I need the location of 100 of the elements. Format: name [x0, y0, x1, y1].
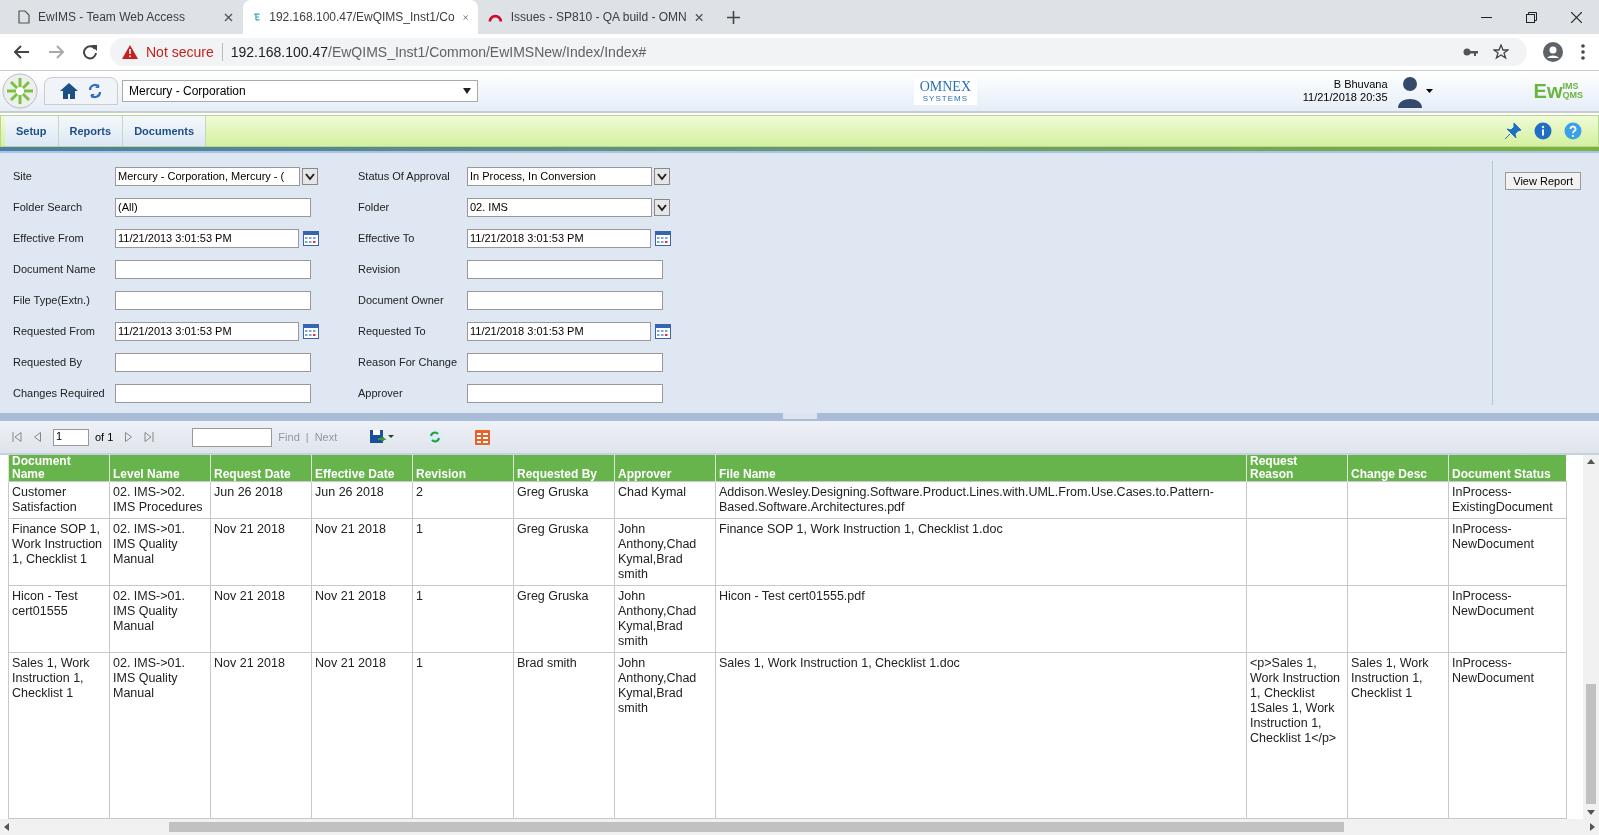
- star-icon[interactable]: [1493, 44, 1509, 60]
- column-header: Request Reason: [1246, 455, 1348, 482]
- dropdown-button[interactable]: [654, 198, 670, 216]
- minimize-icon[interactable]: [1481, 16, 1492, 18]
- field-label: Requested From: [13, 325, 96, 337]
- page-field[interactable]: 1: [53, 428, 89, 446]
- calendar-icon[interactable]: [303, 323, 319, 339]
- menu-tab[interactable]: Reports: [58, 116, 124, 146]
- table-cell: Nov 21 2018: [214, 656, 285, 670]
- column-header: Document Name: [8, 455, 110, 482]
- field-label: File Type(Extn.): [13, 294, 91, 306]
- refresh-icon[interactable]: [87, 83, 103, 99]
- scrollbar-thumb[interactable]: [1586, 684, 1596, 804]
- page-count: of 1: [95, 431, 114, 443]
- close-icon[interactable]: [1571, 11, 1582, 23]
- last-page-icon[interactable]: [144, 432, 155, 442]
- help-icon[interactable]: [1564, 122, 1582, 140]
- field-label: Folder Search: [13, 201, 84, 213]
- date-time: 11/21/2018 20:35: [1302, 91, 1388, 104]
- dropdown-field[interactable]: In Process, In Conversion: [467, 166, 652, 186]
- field-label: Changes Required: [13, 387, 106, 399]
- scroll-up-icon[interactable]: [1587, 459, 1595, 464]
- save-icon[interactable]: [369, 429, 396, 445]
- user-name: B Bhuvana: [1333, 78, 1388, 91]
- back-icon[interactable]: [14, 45, 30, 59]
- horizontal-scrollbar[interactable]: [0, 819, 1599, 835]
- column-header: File Name: [715, 455, 1247, 482]
- column-header: Approver: [614, 455, 716, 482]
- table-cell: 02. IMS->01. IMS Quality Manual: [113, 589, 185, 633]
- table-cell: Greg Gruska: [517, 485, 589, 499]
- scrollbar-thumb[interactable]: [169, 822, 1344, 832]
- close-icon[interactable]: [694, 12, 703, 22]
- input-field[interactable]: [467, 290, 663, 310]
- calendar-icon[interactable]: [303, 230, 319, 246]
- first-page-icon[interactable]: [12, 432, 22, 442]
- vertical-scrollbar[interactable]: [1583, 455, 1599, 819]
- scroll-down-icon[interactable]: [1587, 810, 1595, 815]
- table-cell: Sales 1, Work Instruction 1, Checklist 1: [12, 656, 90, 700]
- date-field[interactable]: 11/21/2018 3:01:53 PM: [467, 321, 651, 341]
- column-header: Change Desc: [1347, 455, 1449, 482]
- company-logo: OMNEX SYSTEMS: [913, 77, 978, 105]
- site-dropdown[interactable]: Mercury - Corporation: [122, 80, 478, 102]
- calendar-icon[interactable]: [655, 230, 671, 246]
- dropdown-field[interactable]: 02. IMS: [467, 197, 652, 217]
- field-label: Requested By: [13, 356, 84, 368]
- input-field[interactable]: [115, 352, 311, 372]
- input-field[interactable]: (All): [115, 197, 311, 217]
- key-icon[interactable]: [1463, 47, 1479, 57]
- date-field[interactable]: 11/21/2013 3:01:53 PM: [115, 321, 299, 341]
- date-field[interactable]: 11/21/2013 3:01:53 PM: [115, 228, 299, 248]
- avatar-icon[interactable]: [1395, 74, 1434, 108]
- find-field[interactable]: [192, 427, 273, 447]
- dropdown-button[interactable]: [302, 167, 318, 185]
- pin-icon[interactable]: [1504, 122, 1522, 140]
- report-icon[interactable]: [475, 429, 491, 445]
- menu-tab[interactable]: Documents: [123, 116, 207, 146]
- menu-icon[interactable]: [1581, 44, 1585, 60]
- dropdown-field[interactable]: Mercury - Corporation, Mercury - (: [115, 166, 300, 186]
- scroll-right-icon[interactable]: [1590, 823, 1595, 831]
- table-cell: Chad Kymal: [618, 485, 687, 499]
- field-label: Requested To: [358, 325, 427, 337]
- table-cell: Finance SOP 1, Work Instruction 1, Checklist 1: [12, 522, 103, 566]
- menu-tab[interactable]: Setup: [5, 116, 59, 146]
- input-field[interactable]: [467, 383, 663, 403]
- input-field[interactable]: [115, 383, 311, 403]
- caret-icon[interactable]: [463, 88, 471, 94]
- browser-tab[interactable]: 192.168.100.47/EwQIMS_Inst1/Co: [243, 0, 478, 34]
- restore-icon[interactable]: [1526, 11, 1537, 23]
- input-field[interactable]: [115, 259, 311, 279]
- previous-page-icon[interactable]: [34, 432, 41, 442]
- table-cell: Greg Gruska: [517, 522, 589, 536]
- new-tab-icon[interactable]: [727, 10, 740, 24]
- column-header: Request Date: [210, 455, 312, 482]
- table-cell: 1: [416, 522, 423, 536]
- info-icon[interactable]: [1534, 122, 1552, 140]
- table-cell: 02. IMS->01. IMS Quality Manual: [113, 522, 185, 566]
- input-field[interactable]: [115, 290, 311, 310]
- browser-tab[interactable]: Issues - SP810 - QA build - OMN: [478, 0, 713, 34]
- home-icon[interactable]: [59, 82, 79, 100]
- column-header: Document Status: [1448, 455, 1566, 482]
- input-field[interactable]: [467, 259, 663, 279]
- refresh-icon[interactable]: [427, 429, 444, 445]
- view-report-button[interactable]: View Report: [1505, 172, 1581, 190]
- table-cell: Sales 1, Work Instruction 1, Checklist 1: [1351, 656, 1429, 700]
- address-field[interactable]: Not secure 192.168.100.47/EwQIMS_Inst1/Common/EwIMSNew/Index/Index#: [110, 38, 1527, 66]
- splitter-handle[interactable]: [782, 413, 817, 419]
- reload-icon[interactable]: [82, 44, 98, 60]
- input-field[interactable]: [467, 352, 663, 372]
- logo-icon: [253, 10, 262, 24]
- calendar-icon[interactable]: [655, 323, 671, 339]
- table-cell: Nov 21 2018: [214, 522, 285, 536]
- browser-tab[interactable]: EwIMS - Team Web Access: [8, 0, 243, 34]
- scroll-left-icon[interactable]: [4, 823, 9, 831]
- next-page-icon[interactable]: [125, 432, 133, 442]
- close-icon[interactable]: [224, 12, 233, 22]
- table-cell: 1: [416, 589, 423, 603]
- dropdown-button[interactable]: [654, 167, 670, 185]
- date-field[interactable]: 11/21/2018 3:01:53 PM: [467, 228, 651, 248]
- table-cell: 02. IMS->01. IMS Quality Manual: [113, 656, 185, 700]
- account-icon[interactable]: [1543, 42, 1563, 62]
